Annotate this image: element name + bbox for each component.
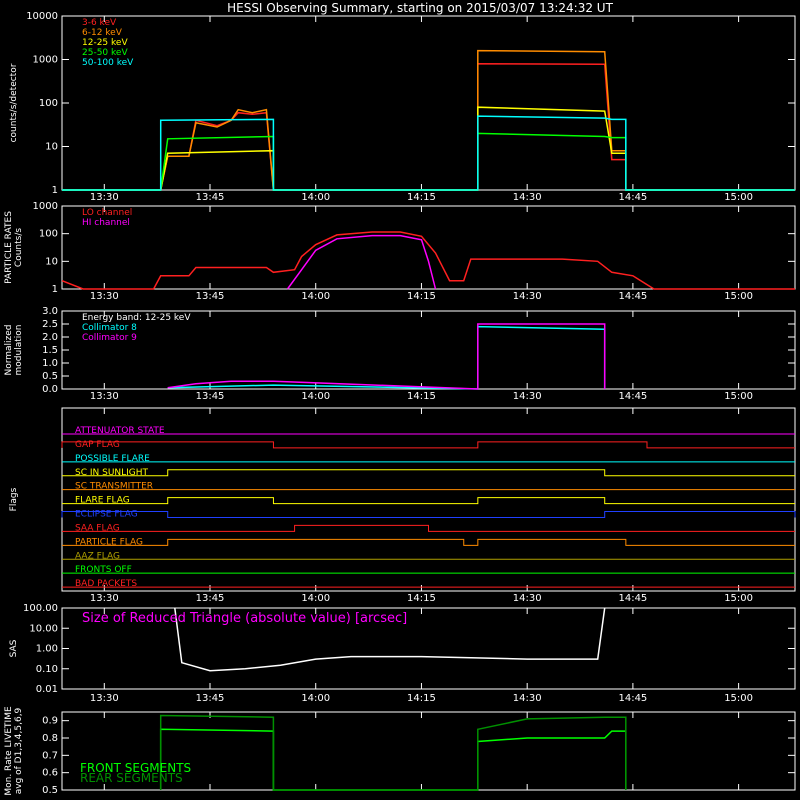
x-tick-label: 15:00 <box>724 593 753 604</box>
x-tick-label: 14:00 <box>301 391 330 402</box>
legend-entry: LO channel <box>82 208 132 218</box>
x-tick-label: 13:30 <box>90 391 119 402</box>
legend-entry: Collimator 9 <box>82 333 137 343</box>
y-axis-label: Normalized <box>4 324 14 375</box>
y-axis-label: counts/s/detector <box>9 63 19 142</box>
x-tick-label: 15:00 <box>724 693 753 704</box>
y-tick-label: 3.0 <box>42 306 58 317</box>
x-tick-label: 15:00 <box>724 192 753 203</box>
y-tick-label: 1.00 <box>36 644 58 655</box>
x-tick-label: 14:45 <box>618 593 647 604</box>
legend-entry: 12-25 keV <box>82 38 128 48</box>
y-axis-label: PARTICLE RATES <box>4 211 14 284</box>
x-tick-label: 15:00 <box>724 291 753 302</box>
y-tick-label: 1 <box>52 284 58 295</box>
x-tick-label: 14:45 <box>618 391 647 402</box>
chart-title: HESSI Observing Summary, starting on 201… <box>227 1 613 15</box>
x-tick-label: 14:15 <box>407 593 436 604</box>
y-tick-label: 0.10 <box>36 664 58 675</box>
y-tick-label: 100 <box>39 229 58 240</box>
x-tick-label: 14:15 <box>407 693 436 704</box>
y-axis-label: avg of D1,3,4,5,6,9 <box>14 707 24 794</box>
y-tick-label: 1 <box>52 185 58 196</box>
x-tick-label: 14:30 <box>513 291 542 302</box>
y-axis-label: Flags <box>9 487 19 511</box>
x-tick-label: 14:30 <box>513 192 542 203</box>
y-tick-label: 1000 <box>33 55 58 66</box>
y-tick-label: 10000 <box>26 11 58 22</box>
y-tick-label: 2.5 <box>42 319 58 330</box>
x-tick-label: 14:00 <box>301 593 330 604</box>
x-tick-label: 14:00 <box>301 693 330 704</box>
legend-entry: 6-12 keV <box>82 28 123 38</box>
x-tick-label: 13:30 <box>90 192 119 203</box>
y-axis-label: SAS <box>9 639 19 657</box>
x-tick-label: 13:45 <box>196 593 225 604</box>
legend-entry: 50-100 keV <box>82 58 134 68</box>
y-tick-label: 2.0 <box>42 332 58 343</box>
y-tick-label: 1.0 <box>42 358 58 369</box>
y-tick-label: 0.0 <box>42 384 58 395</box>
x-tick-label: 14:45 <box>618 693 647 704</box>
y-tick-label: 0.5 <box>42 785 58 796</box>
chart-annotation: Size of Reduced Triangle (absolute value… <box>82 611 407 626</box>
x-tick-label: 14:15 <box>407 192 436 203</box>
legend-entry: 3-6 keV <box>82 18 117 28</box>
x-tick-label: 14:00 <box>301 192 330 203</box>
x-tick-label: 13:45 <box>196 693 225 704</box>
x-tick-label: 13:45 <box>196 291 225 302</box>
legend-entry: REAR SEGMENTS <box>80 771 183 785</box>
x-tick-label: 14:00 <box>301 291 330 302</box>
legend-entry: Collimator 8 <box>82 323 137 333</box>
x-tick-label: 13:30 <box>90 291 119 302</box>
x-tick-label: 14:15 <box>407 291 436 302</box>
y-tick-label: 0.6 <box>42 768 58 779</box>
x-tick-label: 14:30 <box>513 391 542 402</box>
y-tick-label: 1000 <box>33 201 58 212</box>
x-tick-label: 14:45 <box>618 192 647 203</box>
y-axis-label: modulation <box>14 325 24 376</box>
x-tick-label: 13:45 <box>196 391 225 402</box>
x-tick-label: 14:30 <box>513 593 542 604</box>
y-tick-label: 100.00 <box>23 603 58 614</box>
legend-entry: HI channel <box>82 218 130 228</box>
x-tick-label: 15:00 <box>724 391 753 402</box>
y-tick-label: 0.5 <box>42 371 58 382</box>
y-tick-label: 0.01 <box>36 684 58 695</box>
y-tick-label: 0.8 <box>42 733 58 744</box>
y-tick-label: 10.00 <box>29 623 58 634</box>
y-axis-label: Counts/s <box>14 228 24 267</box>
x-tick-label: 13:30 <box>90 593 119 604</box>
legend-entry: 25-50 keV <box>82 48 128 58</box>
y-tick-label: 0.9 <box>42 716 58 727</box>
y-tick-label: 10 <box>45 256 58 267</box>
x-tick-label: 13:30 <box>90 693 119 704</box>
y-axis-label: Mon. Rate LIVETIME <box>4 706 14 796</box>
x-tick-label: 14:45 <box>618 291 647 302</box>
y-tick-label: 10 <box>45 142 58 153</box>
background <box>0 0 800 800</box>
y-tick-label: 1.5 <box>42 345 58 356</box>
y-tick-label: 0.7 <box>42 750 58 761</box>
y-tick-label: 100 <box>39 98 58 109</box>
chart-annotation: Energy band: 12-25 keV <box>82 313 191 323</box>
observing-summary-chart: HESSI Observing Summary, starting on 201… <box>0 0 800 800</box>
x-tick-label: 14:15 <box>407 391 436 402</box>
x-tick-label: 14:30 <box>513 693 542 704</box>
x-tick-label: 13:45 <box>196 192 225 203</box>
